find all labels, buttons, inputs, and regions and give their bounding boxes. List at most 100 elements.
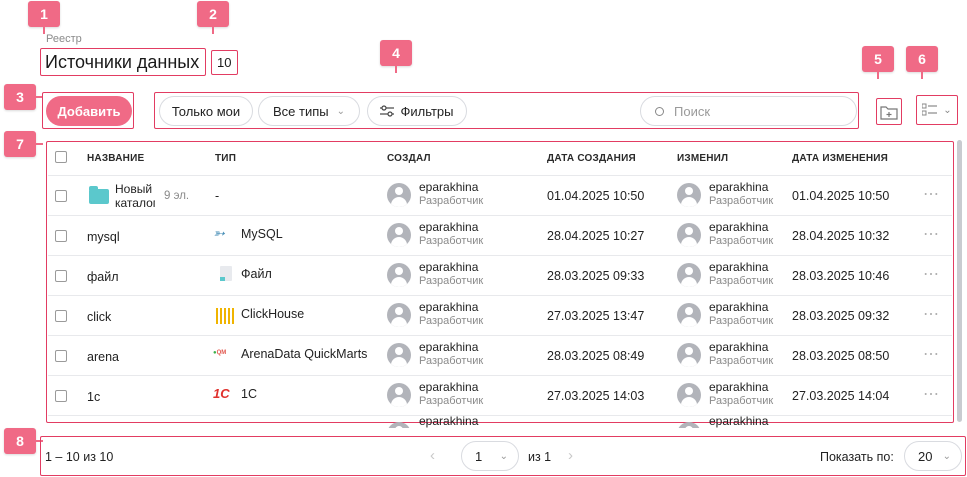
row-type: ClickHouse xyxy=(241,307,305,321)
table-row[interactable]: click ClickHouse eparakhina Разработчик … xyxy=(48,296,952,336)
select-all-checkbox[interactable] xyxy=(55,151,67,163)
row-checkbox[interactable] xyxy=(55,230,67,242)
row-name[interactable]: click xyxy=(87,310,111,324)
modifier-role: Разработчик xyxy=(709,395,774,407)
new-folder-button[interactable] xyxy=(878,100,900,123)
modified-date: 01.04.2025 10:50 xyxy=(792,189,890,203)
modifier-name: eparakhina xyxy=(709,416,769,428)
column-header-created[interactable]: ДАТА СОЗДАНИЯ xyxy=(547,153,636,164)
modifier-role: Разработчик xyxy=(709,275,774,287)
avatar xyxy=(677,422,701,428)
creator-name: eparakhina xyxy=(419,180,479,194)
column-header-modified[interactable]: ДАТА ИЗМЕНЕНИЯ xyxy=(792,153,888,164)
row-checkbox[interactable] xyxy=(55,310,67,322)
row-checkbox[interactable] xyxy=(55,390,67,402)
avatar xyxy=(677,263,701,287)
table-row[interactable]: файл Файл eparakhina Разработчик 28.03.2… xyxy=(48,256,952,296)
created-date: 28.03.2025 08:49 xyxy=(547,349,645,363)
search-icon xyxy=(655,106,664,116)
row-checkbox[interactable] xyxy=(55,270,67,282)
row-checkbox[interactable] xyxy=(55,190,67,202)
annotation-marker-2: 2 xyxy=(197,1,229,34)
more-options-icon[interactable]: ⋯ xyxy=(923,224,940,244)
created-date: 28.03.2025 09:33 xyxy=(547,269,645,283)
chevron-down-icon: ⌄ xyxy=(942,450,951,462)
more-options-icon[interactable]: ⋯ xyxy=(923,184,940,204)
page-size-select[interactable]: 20 ⌄ xyxy=(904,441,962,471)
avatar xyxy=(387,263,411,287)
add-button[interactable]: Добавить xyxy=(46,96,132,126)
table-row[interactable]: eparakhina eparakhina xyxy=(48,416,952,428)
table-row[interactable]: arena ●QM ArenaData QuickMarts eparakhin… xyxy=(48,336,952,376)
column-header-type[interactable]: ТИП xyxy=(215,153,236,164)
modified-date: 28.04.2025 10:32 xyxy=(792,229,890,243)
all-types-select[interactable]: Все типы ⌄ xyxy=(258,96,360,126)
column-header-creator[interactable]: СОЗДАЛ xyxy=(387,153,431,164)
table-scrollbar[interactable] xyxy=(957,140,962,422)
creator-role: Разработчик xyxy=(419,235,484,247)
clickhouse-icon xyxy=(216,308,234,324)
avatar xyxy=(387,223,411,247)
folder-icon xyxy=(89,186,109,204)
row-name[interactable]: файл xyxy=(87,270,119,284)
row-name[interactable]: arena xyxy=(87,350,119,364)
chevron-down-icon: ⌄ xyxy=(943,104,952,116)
chevron-down-icon: ⌄ xyxy=(499,450,508,462)
more-options-icon[interactable]: ⋯ xyxy=(923,344,940,364)
modifier-role: Разработчик xyxy=(709,315,774,327)
table-row[interactable]: Новый каталог 9 эл. - eparakhina Разработ… xyxy=(48,176,952,216)
sliders-icon xyxy=(380,105,395,117)
pagination-range: 1 – 10 из 10 xyxy=(45,450,114,464)
more-options-icon[interactable]: ⋯ xyxy=(923,384,940,404)
annotation-marker-1: 1 xyxy=(28,1,60,34)
creator-role: Разработчик xyxy=(419,315,484,327)
table-row[interactable]: 1с 1С 1С eparakhina Разработчик 27.03.20… xyxy=(48,376,952,416)
filters-button[interactable]: Фильтры xyxy=(367,96,467,126)
created-date: 01.04.2025 10:50 xyxy=(547,189,645,203)
row-name[interactable]: mysql xyxy=(87,230,120,244)
prev-page-icon[interactable]: ‹ xyxy=(430,447,435,464)
arenadata-icon: ●QM xyxy=(213,350,227,356)
only-mine-filter[interactable]: Только мои xyxy=(159,96,253,126)
creator-name: eparakhina xyxy=(419,340,479,354)
next-page-icon[interactable]: › xyxy=(568,447,573,464)
modifier-role: Разработчик xyxy=(709,195,774,207)
column-header-name[interactable]: НАЗВАНИЕ xyxy=(87,153,144,164)
column-settings-button[interactable]: ⌄ xyxy=(918,97,956,123)
annotation-marker-6: 6 xyxy=(906,46,938,79)
breadcrumb[interactable]: Реестр xyxy=(46,33,82,45)
modifier-name: eparakhina xyxy=(709,300,769,314)
creator-name: eparakhina xyxy=(419,380,479,394)
creator-role: Разработчик xyxy=(419,195,484,207)
modifier-name: eparakhina xyxy=(709,260,769,274)
row-items-count: 9 эл. xyxy=(164,190,190,202)
modified-date: 28.03.2025 09:32 xyxy=(792,309,890,323)
avatar xyxy=(387,343,411,367)
table-row[interactable]: mysql ➳ MySQL eparakhina Разработчик 28.… xyxy=(48,216,952,256)
search-placeholder: Поиск xyxy=(674,103,711,119)
annotation-marker-5: 5 xyxy=(862,46,894,79)
modifier-role: Разработчик xyxy=(709,355,774,367)
avatar xyxy=(677,343,701,367)
row-name[interactable]: 1с xyxy=(87,390,100,404)
list-settings-icon xyxy=(922,103,938,116)
mysql-icon: ➳ xyxy=(213,225,225,241)
row-checkbox[interactable] xyxy=(55,350,67,362)
avatar xyxy=(677,223,701,247)
page-select[interactable]: 1 ⌄ xyxy=(461,441,519,471)
column-header-modifier[interactable]: ИЗМЕНИЛ xyxy=(677,153,728,164)
folder-plus-icon xyxy=(880,105,898,120)
modified-date: 27.03.2025 14:04 xyxy=(792,389,890,403)
modifier-name: eparakhina xyxy=(709,380,769,394)
search-input[interactable]: Поиск xyxy=(640,96,857,126)
creator-name: eparakhina xyxy=(419,416,479,428)
row-type: ArenaData QuickMarts xyxy=(241,347,368,361)
modifier-role: Разработчик xyxy=(709,235,774,247)
created-date: 28.04.2025 10:27 xyxy=(547,229,645,243)
table-header-row: НАЗВАНИЕ ТИП СОЗДАЛ ДАТА СОЗДАНИЯ ИЗМЕНИ… xyxy=(48,142,952,176)
page-title: Источники данных xyxy=(45,52,200,72)
modifier-name: eparakhina xyxy=(709,340,769,354)
more-options-icon[interactable]: ⋯ xyxy=(923,264,940,284)
row-name[interactable]: Новый каталог xyxy=(115,182,155,210)
more-options-icon[interactable]: ⋯ xyxy=(923,304,940,324)
